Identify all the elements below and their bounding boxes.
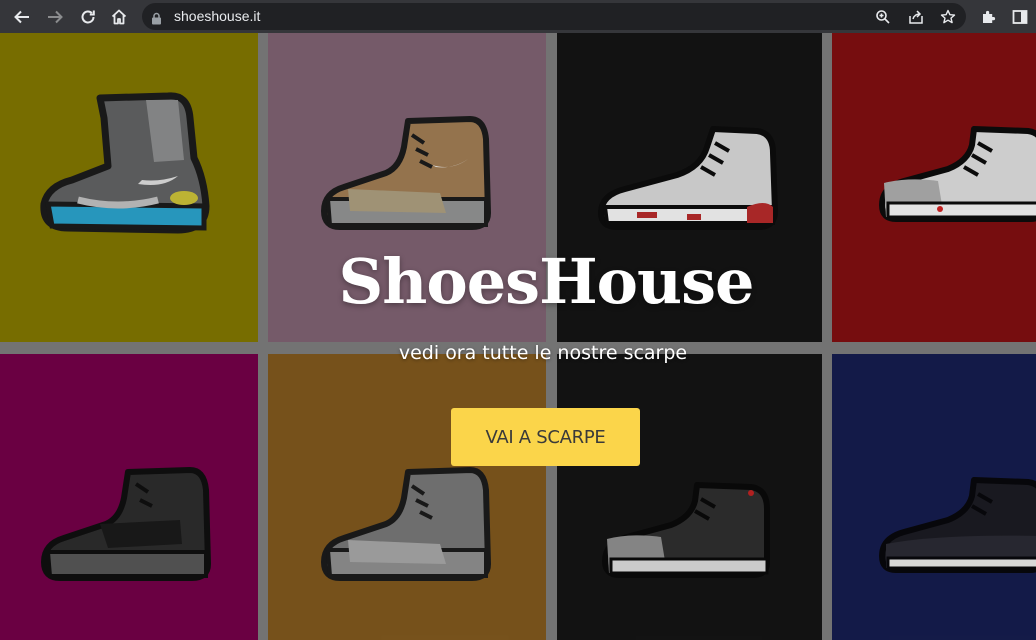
shoe-illustration <box>40 92 210 234</box>
shoe-tile-jordan-3-black <box>557 354 822 640</box>
lock-icon <box>151 10 162 29</box>
shoe-illustration <box>598 126 778 230</box>
browser-toolbar: shoeshouse.it <box>0 0 1036 33</box>
shoe-illustration <box>321 467 491 581</box>
share-icon[interactable] <box>906 7 926 27</box>
back-icon[interactable] <box>10 5 34 29</box>
hero-section: ShoesHouse vedi ora tutte le nostre scar… <box>0 33 1036 640</box>
shoe-tile-jordan-11 <box>832 354 1036 640</box>
reload-icon[interactable] <box>76 5 100 29</box>
shoe-illustration <box>602 482 770 578</box>
site-title: ShoesHouse <box>338 245 755 318</box>
home-icon[interactable] <box>107 5 131 29</box>
shoe-tile-yeezy-grey <box>268 354 546 640</box>
forward-icon[interactable] <box>43 5 67 29</box>
bookmark-star-icon[interactable] <box>938 7 958 27</box>
go-to-shoes-button[interactable]: VAI A SCARPE <box>451 408 640 466</box>
address-bar[interactable]: shoeshouse.it <box>142 3 966 30</box>
side-panel-icon[interactable] <box>1008 5 1032 29</box>
shoe-illustration <box>879 477 1036 573</box>
shoe-tile-yeezy-black <box>0 354 258 640</box>
shoe-illustration <box>41 467 211 581</box>
shoe-illustration <box>321 116 491 230</box>
extensions-icon[interactable] <box>977 5 1001 29</box>
url-text[interactable]: shoeshouse.it <box>174 8 260 24</box>
shoe-illustration <box>879 126 1036 222</box>
zoom-icon[interactable] <box>873 7 893 27</box>
site-subtitle: vedi ora tutte le nostre scarpe <box>398 342 688 364</box>
